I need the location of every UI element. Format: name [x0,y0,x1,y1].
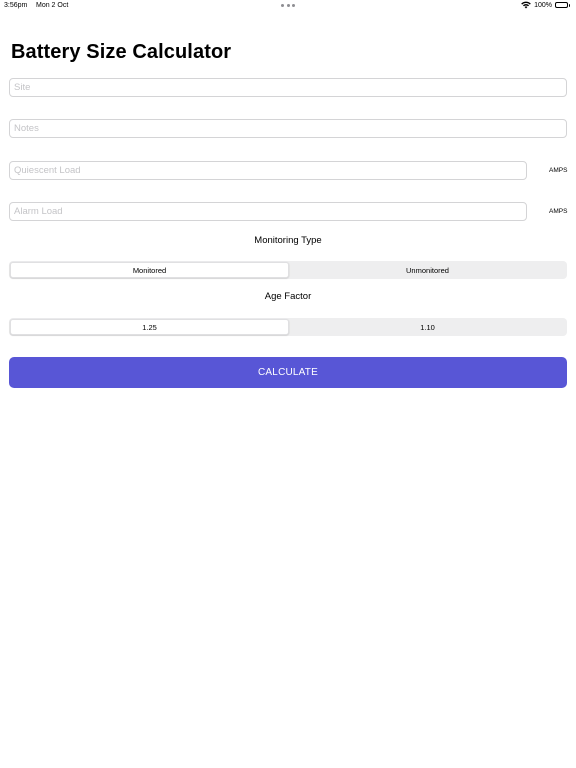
wifi-icon [521,1,531,9]
multitasking-dots-icon[interactable] [281,4,295,7]
battery-percent: 100% [534,1,552,9]
alarm-load-unit: AMPS [549,208,568,215]
calculate-button[interactable]: CALCULATE [9,357,567,388]
segment-age-1-25[interactable]: 1.25 [10,319,289,335]
battery-icon [555,2,570,8]
segment-monitored[interactable]: Monitored [10,262,289,278]
quiescent-load-unit: AMPS [549,167,568,174]
notes-field-container [9,119,567,138]
site-input[interactable] [10,79,566,96]
status-date: Mon 2 Oct [36,2,69,9]
segment-age-1-10[interactable]: 1.10 [289,319,566,335]
monitoring-type-segmented-control: Monitored Unmonitored [9,261,567,279]
status-time: 3:56pm [4,2,28,9]
age-factor-segmented-control: 1.25 1.10 [9,318,567,336]
page-title: Battery Size Calculator [11,41,232,63]
age-factor-label: Age Factor [264,291,312,302]
site-field-container [9,78,567,97]
quiescent-load-input[interactable] [10,162,526,179]
status-indicators: 100% [521,1,570,9]
segment-unmonitored[interactable]: Unmonitored [289,262,566,278]
notes-input[interactable] [10,120,566,137]
status-bar: 3:56pm Mon 2 Oct 100% [0,0,576,12]
quiescent-load-field-container [9,161,527,180]
alarm-load-field-container [9,202,527,221]
alarm-load-input[interactable] [10,203,526,220]
monitoring-type-label: Monitoring Type [254,235,322,246]
